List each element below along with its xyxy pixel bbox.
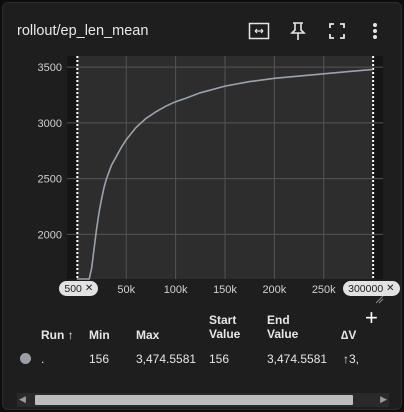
range-end-chip[interactable]: 300000 ✕ <box>343 281 400 296</box>
run-name: . <box>41 352 45 366</box>
col-max-header[interactable]: Max <box>136 328 159 342</box>
scalar-card: rollout/ep_len_mean 50k 100k 150k 200k 250k 2… <box>2 2 402 410</box>
horizontal-scrollbar[interactable]: ◀ ▶ <box>17 393 389 407</box>
col-end-value-header[interactable]: End Value <box>267 313 298 341</box>
range-start-clear-icon[interactable]: ✕ <box>85 283 93 294</box>
range-end-clear-icon[interactable]: ✕ <box>386 283 394 294</box>
run-start-value: 156 <box>209 352 230 366</box>
run-delta: ↑3, <box>343 352 360 366</box>
resize-handle-icon <box>375 295 384 304</box>
run-min: 156 <box>89 352 110 366</box>
x-tick-label: 200k <box>262 284 286 296</box>
scroll-right-icon[interactable]: ▶ <box>380 394 387 405</box>
y-tick-label: 2500 <box>38 174 62 186</box>
out-of-range-shade-right <box>373 56 383 279</box>
x-tick-label: 250k <box>312 284 336 296</box>
out-of-range-shade-left <box>67 56 78 279</box>
y-tick-label: 2000 <box>38 229 62 241</box>
run-max: 3,474.5581 <box>136 352 197 366</box>
run-color-swatch[interactable] <box>20 353 31 364</box>
sort-arrow-icon: ↑ <box>67 328 74 342</box>
range-end-label: 300000 <box>348 282 384 295</box>
range-start-label: 500 <box>64 282 82 295</box>
x-tick-label: 50k <box>117 284 135 296</box>
add-column-button[interactable]: + <box>365 305 378 331</box>
col-start-value-header[interactable]: Start Value <box>209 313 240 341</box>
scrollbar-thumb[interactable] <box>35 395 353 405</box>
y-tick-label: 3000 <box>38 118 62 130</box>
col-delta-header[interactable]: ∆V <box>341 328 356 342</box>
range-start-chip[interactable]: 500 ✕ <box>59 281 99 296</box>
x-tick-label: 150k <box>213 284 237 296</box>
col-min-header[interactable]: Min <box>89 328 110 342</box>
run-end-value: 3,474.5581 <box>267 352 328 366</box>
line-chart[interactable]: 50k100k150k200k250k2000250030003500k3E <box>3 3 403 313</box>
y-tick-label: 3500 <box>38 62 62 74</box>
x-tick-label: 100k <box>164 284 188 296</box>
scroll-left-icon[interactable]: ◀ <box>19 394 26 405</box>
col-run-header[interactable]: Run ↑ <box>41 328 74 342</box>
